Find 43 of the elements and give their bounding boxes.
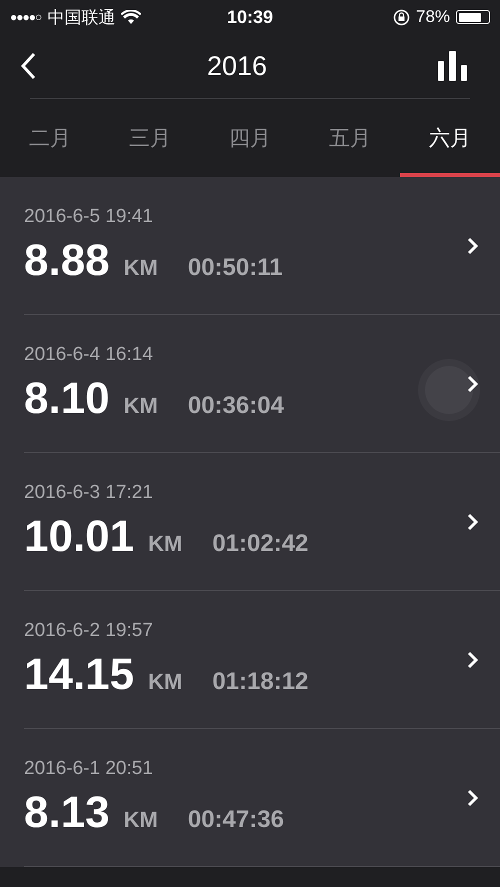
distance-unit: KM [148, 668, 182, 694]
back-icon[interactable] [20, 52, 36, 80]
run-duration: 00:47:36 [188, 806, 284, 834]
run-row[interactable]: 2016-6-2 19:57 14.15 KM 01:18:12 [24, 591, 500, 729]
run-date: 2016-6-4 16:14 [24, 344, 154, 366]
run-duration: 00:36:04 [188, 392, 284, 420]
run-duration: 01:02:42 [212, 530, 308, 558]
run-distance: 10.01 [24, 512, 134, 562]
run-date: 2016-6-2 19:57 [24, 620, 154, 642]
run-row[interactable]: 2016-6-1 20:51 8.13 KM 00:47:36 [24, 729, 500, 867]
run-row[interactable]: 2016-6-3 17:21 10.01 KM 01:02:42 [24, 453, 500, 591]
chevron-right-icon [467, 512, 478, 530]
run-row[interactable]: 2016-6-5 19:41 8.88 KM 00:50:11 [24, 177, 500, 315]
chevron-right-icon [467, 236, 478, 254]
bar-chart-icon[interactable] [438, 51, 468, 81]
chevron-right-icon [467, 788, 478, 806]
chevron-right-icon [467, 650, 478, 668]
run-distance: 8.10 [24, 374, 110, 424]
month-tab[interactable]: 三月 [100, 99, 200, 177]
run-date: 2016-6-1 20:51 [24, 758, 154, 780]
run-date: 2016-6-3 17:21 [24, 482, 154, 504]
chevron-right-icon [467, 374, 478, 392]
battery-icon [456, 10, 490, 24]
status-time: 10:39 [226, 6, 274, 28]
distance-unit: KM [148, 530, 182, 556]
run-distance: 14.15 [24, 650, 134, 700]
carrier-name: 中国联通 [47, 6, 116, 28]
run-duration: 00:50:11 [188, 254, 283, 282]
month-tab[interactable]: 五月 [300, 99, 400, 177]
distance-unit: KM [124, 806, 158, 832]
signal-strength-icon: ●●●●○ [10, 10, 42, 24]
run-duration: 01:18:12 [212, 668, 308, 696]
run-distance: 8.13 [24, 788, 110, 838]
distance-unit: KM [124, 392, 158, 418]
run-distance: 8.88 [24, 236, 110, 286]
battery-percentage: 78% [416, 7, 450, 27]
month-tab[interactable]: 四月 [200, 99, 300, 177]
month-tab[interactable]: 二月 [0, 99, 100, 177]
run-date: 2016-6-5 19:41 [24, 206, 154, 228]
distance-unit: KM [124, 254, 158, 280]
rotation-lock-icon [392, 8, 410, 26]
wifi-icon [121, 10, 142, 24]
year-title: 2016 [206, 50, 268, 82]
